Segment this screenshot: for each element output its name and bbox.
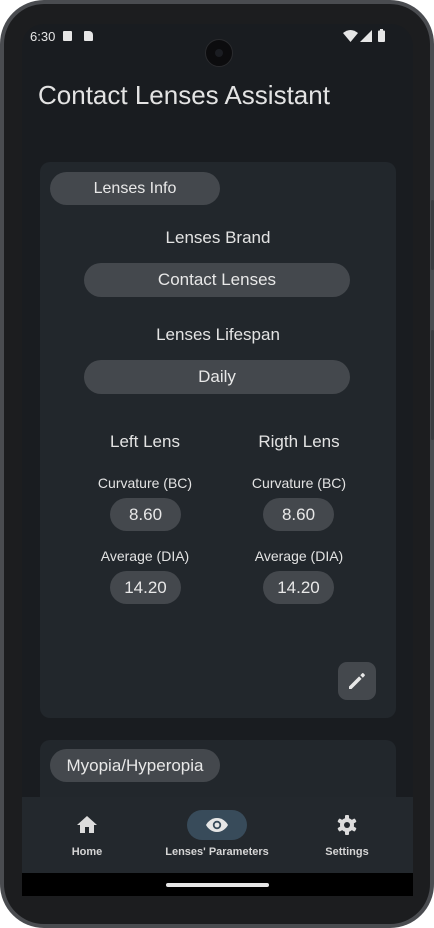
nav-settings[interactable]: Settings — [282, 797, 412, 873]
left-curvature-value[interactable]: 8.60 — [110, 498, 181, 531]
nav-label-settings: Settings — [325, 846, 369, 858]
left-diameter-value[interactable]: 14.20 — [110, 571, 181, 604]
brand-label: Lenses Brand — [165, 228, 271, 247]
brand-value[interactable]: Contact Lenses — [84, 263, 350, 297]
myopia-chip: Myopia/Hyperopia — [50, 749, 220, 782]
lifespan-label: Lenses Lifespan — [156, 325, 280, 344]
front-camera — [205, 39, 233, 67]
gear-icon — [337, 815, 357, 835]
right-curvature-value[interactable]: 8.60 — [263, 498, 334, 531]
battery-icon — [378, 29, 385, 42]
wifi-icon — [343, 30, 358, 42]
page-title: Contact Lenses Assistant — [38, 80, 330, 110]
nav-label-lenses-parameters: Lenses' Parameters — [165, 846, 269, 858]
app-screen: 6:30 Contact Lenses Assistant Lenses Inf… — [22, 24, 413, 896]
right-curvature-label: Curvature (BC) — [251, 475, 347, 491]
right-diameter-label: Average (DIA) — [254, 548, 344, 564]
notification-icon — [63, 31, 72, 41]
right-lens-title: Rigth Lens — [258, 432, 340, 451]
left-curvature-label: Curvature (BC) — [97, 475, 193, 491]
bottom-navigation: Home Lenses' Parameters Settings — [22, 797, 413, 873]
edit-button[interactable] — [338, 662, 376, 700]
status-time: 6:30 — [30, 29, 56, 44]
sd-card-icon — [84, 31, 93, 41]
nav-lenses-parameters[interactable]: Lenses' Parameters — [152, 797, 282, 873]
cell-signal-icon — [360, 30, 372, 42]
home-icon — [77, 816, 97, 833]
left-lens-title: Left Lens — [110, 432, 180, 451]
left-diameter-label: Average (DIA) — [100, 548, 190, 564]
eye-icon — [206, 818, 228, 832]
home-gesture-bar[interactable] — [166, 883, 269, 887]
pencil-icon — [349, 673, 365, 689]
lifespan-value[interactable]: Daily — [84, 360, 350, 394]
right-diameter-value[interactable]: 14.20 — [263, 571, 334, 604]
gesture-area — [22, 873, 413, 896]
lenses-info-card: Lenses Info Lenses Brand Contact Lenses … — [40, 162, 396, 718]
nav-label-home: Home — [71, 846, 103, 858]
nav-home[interactable]: Home — [22, 797, 152, 873]
lenses-info-chip: Lenses Info — [50, 172, 220, 205]
